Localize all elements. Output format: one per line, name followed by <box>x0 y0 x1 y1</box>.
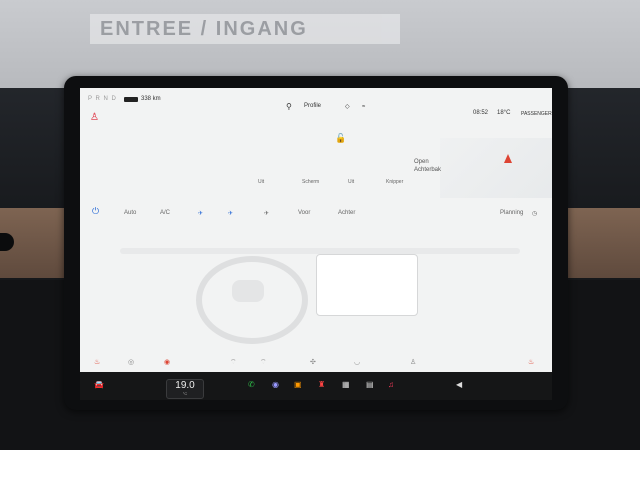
music-icon[interactable]: ♫ <box>388 380 394 389</box>
front-defrost-icon[interactable]: ⌔ <box>230 358 237 367</box>
planning-button[interactable]: Planning <box>500 210 523 216</box>
lock-icon[interactable]: 🔓 <box>335 133 346 144</box>
climate-bar: ⏻ Auto A/C ✈ ✈ ✈ Voor Achter Planning ◷ <box>80 206 552 224</box>
status-bar: P R N D 338 km ⚲ Profile ◇ ≈ 08:52 18°C … <box>80 88 552 117</box>
notes-icon[interactable]: ▤ <box>366 380 374 389</box>
outside-temp: 18°C <box>497 110 511 116</box>
seat-heat-bar: ♨ ◎ ◉ ⌔ ⌔ ✣ ◡ ♙ ♨ <box>80 356 552 370</box>
auto-button[interactable]: Auto <box>124 210 136 216</box>
calendar-icon[interactable]: ▦ <box>342 380 350 389</box>
map-area[interactable] <box>440 138 552 198</box>
center-screen-outline <box>316 254 418 316</box>
gear-indicator: P R N D <box>88 96 117 102</box>
seatbelt-warning-icon: ♙ <box>90 112 99 123</box>
fan-speed-icon[interactable]: ✣ <box>310 358 316 366</box>
trunk-name: Achterbak <box>414 167 442 173</box>
camera-icon[interactable]: ◉ <box>272 380 279 389</box>
control-tabs: Uit Scherm Uit Knipper <box>240 176 426 190</box>
trunk-open-label: Open <box>414 159 429 165</box>
dock-bar: 🚘 19.0 °C ✆ ◉ ▣ ♜ ▦ ▤ ♫ ◀ <box>80 372 552 400</box>
rear-seat-icon[interactable]: ♙ <box>410 358 416 366</box>
profile-button[interactable]: Profile <box>304 103 321 109</box>
temperature-control[interactable]: 19.0 °C <box>166 379 204 399</box>
cabin-view <box>120 228 520 358</box>
clock: 08:52 <box>473 110 489 116</box>
user-icon[interactable]: ⚲ <box>286 102 292 111</box>
tab-off[interactable]: Uit <box>258 179 264 185</box>
touchscreen: P R N D 338 km ⚲ Profile ◇ ≈ 08:52 18°C … <box>80 88 552 372</box>
battery-icon <box>124 97 138 102</box>
apps-icon[interactable]: ▣ <box>294 380 302 389</box>
steering-hub <box>232 280 264 302</box>
phone-icon[interactable]: ✆ <box>248 380 255 389</box>
range-text: 338 km <box>141 96 161 102</box>
tab-blink[interactable]: Knipper <box>386 179 403 185</box>
volume-icon[interactable]: ◀ <box>456 380 462 389</box>
seat-heat-left-icon[interactable]: ♨ <box>94 358 100 366</box>
wall-sign: ENTREE / INGANG <box>90 14 400 44</box>
front-button[interactable]: Voor <box>298 210 310 216</box>
airflow-icon[interactable]: ✈ <box>228 210 233 217</box>
defrost-icon[interactable]: ◎ <box>128 358 134 366</box>
rear-defrost-icon[interactable]: ⌔ <box>260 358 267 367</box>
ac-button[interactable]: A/C <box>160 210 170 216</box>
clock-icon[interactable]: ◷ <box>532 210 537 217</box>
tab-off-2[interactable]: Uit <box>348 179 354 185</box>
photo-border <box>0 450 640 480</box>
recirculate-icon[interactable]: ✈ <box>264 210 269 217</box>
temp-unit: °C <box>182 391 188 396</box>
seat-heat-right-icon[interactable]: ♨ <box>528 358 534 366</box>
trunk-control[interactable]: Open Achterbak <box>414 158 441 174</box>
fan-icon[interactable]: ✈ <box>198 210 203 217</box>
airbag-status: PASSENGER <box>521 111 552 117</box>
rear-button[interactable]: Achter <box>338 210 355 216</box>
tab-screen[interactable]: Scherm <box>302 179 319 185</box>
mode-icon[interactable]: ◡ <box>354 358 360 366</box>
steering-heat-icon[interactable]: ◉ <box>164 358 170 366</box>
shield-icon[interactable]: ◇ <box>345 103 350 110</box>
lte-icon: ≈ <box>362 104 366 110</box>
navigation-arrow-icon <box>504 154 512 163</box>
cabin-temp: 19.0 <box>175 380 195 391</box>
car-icon[interactable]: 🚘 <box>94 380 104 389</box>
joystick-icon[interactable]: ♜ <box>318 380 325 389</box>
power-icon[interactable]: ⏻ <box>92 206 99 217</box>
photo-scene: ENTREE / INGANG P R N D 338 km ⚲ Profile… <box>0 0 640 480</box>
